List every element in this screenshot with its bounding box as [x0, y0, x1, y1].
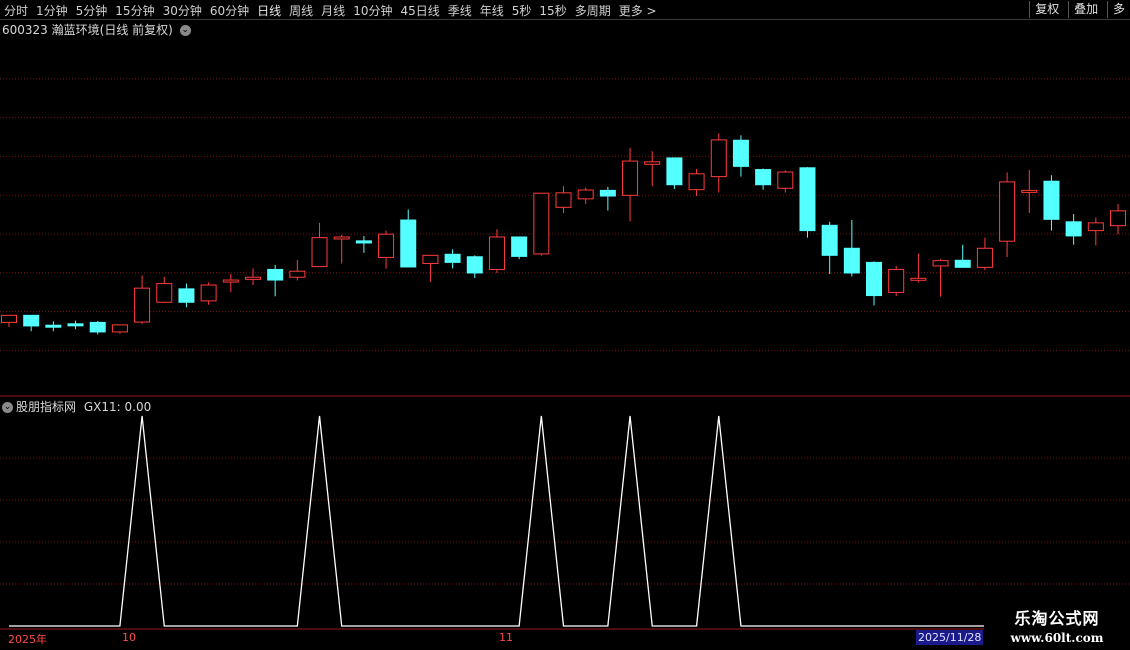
candle-body [289, 270, 306, 278]
candle-body [111, 324, 128, 333]
candle-body [1110, 210, 1126, 227]
chevron-down-icon[interactable]: ⌄ [179, 25, 191, 36]
candle-body [777, 171, 794, 189]
watermark-url: www.60lt.com [1010, 631, 1104, 645]
candle-body [156, 283, 173, 303]
candle-body [488, 236, 505, 270]
candle-body [511, 236, 528, 257]
candle-body [444, 253, 461, 263]
candle-body [688, 173, 705, 191]
candle-body [866, 261, 883, 297]
candle-body [577, 189, 594, 200]
candle-body [910, 277, 927, 281]
candle-body [599, 189, 616, 197]
candle-body [732, 139, 749, 167]
candle-body [954, 259, 971, 268]
candle-body [333, 236, 350, 240]
candle-body [1065, 221, 1082, 237]
candle-body [644, 161, 661, 165]
indicator-value: GX11: 0.00 [83, 400, 152, 414]
watermark: 乐淘公式网 www.60lt.com [984, 608, 1130, 650]
kline-chart[interactable] [0, 0, 1130, 650]
candle-body [843, 247, 860, 274]
candle-body [200, 284, 217, 302]
gx11-line [9, 415, 1118, 627]
candle-body [23, 314, 40, 327]
candle-body [222, 279, 239, 283]
candle-body [710, 139, 727, 178]
candle-body [799, 167, 816, 232]
candle-body [466, 256, 483, 274]
candle-body [311, 237, 328, 268]
chart-mode: (日线 前复权) [99, 23, 173, 37]
candle-body [1, 314, 17, 323]
candle-body [533, 192, 550, 255]
candle-body [355, 240, 372, 244]
candle-body [666, 157, 683, 186]
stock-code: 600323 [2, 23, 48, 37]
candle-body [1021, 189, 1038, 193]
watermark-title: 乐淘公式网 [1014, 609, 1100, 628]
chevron-down-icon[interactable]: ⌄ [2, 402, 13, 413]
candle-body [422, 254, 439, 264]
candle-body [400, 219, 417, 268]
candle-body [378, 233, 395, 258]
indicator-name[interactable]: 股朋指标网 [16, 400, 76, 414]
last-date-label: 2025/11/28 [916, 630, 984, 645]
candle-body [1043, 180, 1060, 220]
candle-body [821, 224, 838, 256]
candle-body [67, 323, 84, 327]
candle-body [976, 247, 993, 268]
candle-body [45, 324, 62, 328]
main-chart-header: 600323 瀚蓝环境(日线 前复权) ⌄ [2, 21, 191, 38]
candle-body [1087, 222, 1104, 232]
candle-body [755, 169, 772, 186]
candle-body [89, 321, 106, 333]
candle-body [267, 268, 284, 281]
time-axis-label: 10 [122, 631, 136, 644]
stock-name: 瀚蓝环境 [51, 23, 100, 37]
time-axis-label: 2025年 [8, 633, 47, 646]
candle-body [888, 268, 905, 293]
indicator-header: ⌄ 股朋指标网 GX11: 0.00 [2, 398, 151, 415]
candle-body [555, 192, 572, 208]
candle-body [244, 276, 261, 280]
candle-body [999, 181, 1016, 242]
candle-body [932, 260, 949, 267]
candle-body [178, 288, 195, 303]
candle-body [622, 160, 639, 196]
candle-body [134, 287, 151, 323]
time-axis-label: 11 [499, 631, 513, 644]
